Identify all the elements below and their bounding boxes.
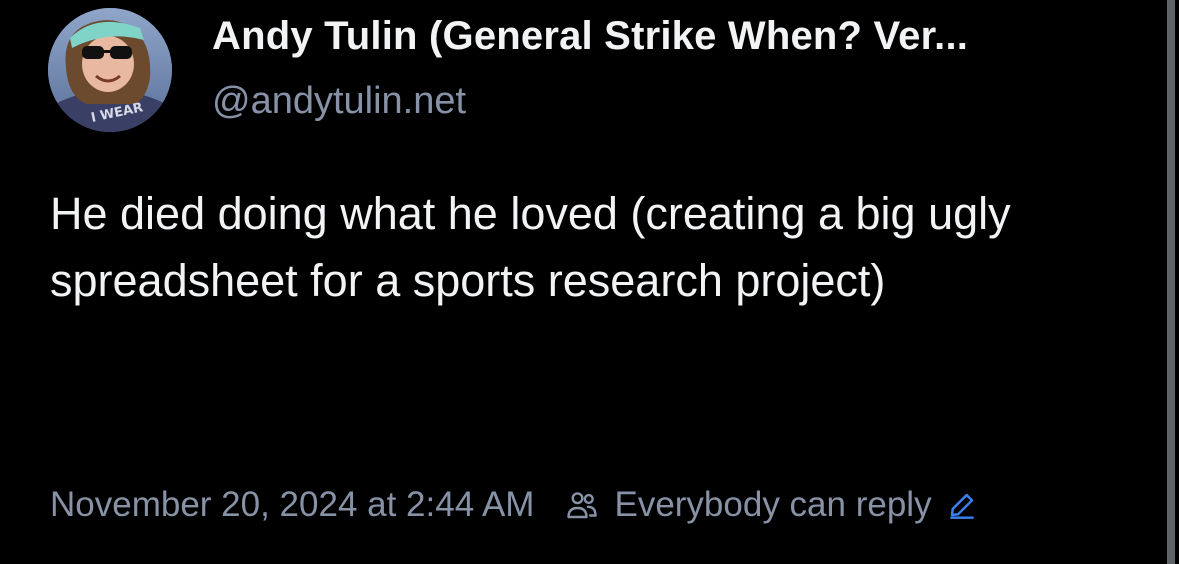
author-display-name[interactable]: Andy Tulin (General Strike When? Ver...: [212, 14, 968, 59]
pencil-icon[interactable]: [946, 489, 978, 521]
post-text: He died doing what he loved (creating a …: [50, 188, 1011, 306]
avatar[interactable]: I WEAR: [48, 8, 172, 132]
reply-setting-label[interactable]: Everybody can reply: [614, 485, 931, 525]
people-icon: [564, 487, 600, 523]
scrollbar-thumb[interactable]: [1167, 0, 1175, 564]
post-timestamp: November 20, 2024 at 2:44 AM: [50, 485, 535, 524]
author-handle[interactable]: @andytulin.net: [212, 80, 466, 123]
avatar-image: I WEAR: [48, 8, 172, 132]
scrollbar[interactable]: [1159, 0, 1179, 564]
post-meta: November 20, 2024 at 2:44 AM Everybody c…: [50, 481, 978, 529]
post-detail: I WEAR Andy Tulin (General Strike When? …: [0, 0, 1159, 564]
